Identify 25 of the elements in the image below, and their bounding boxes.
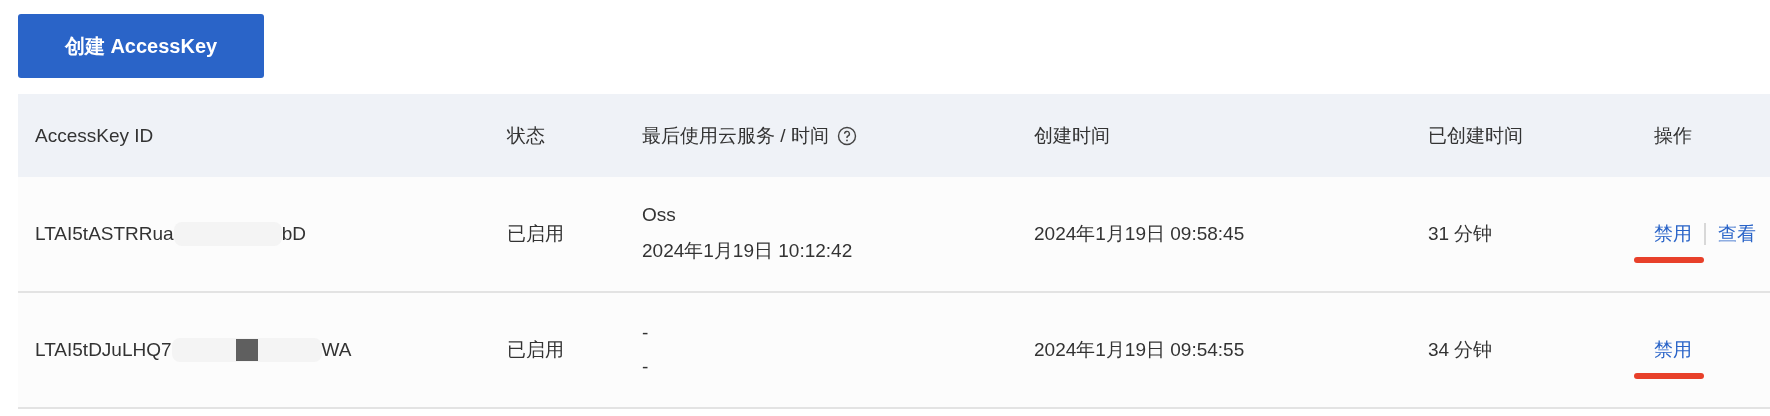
action-link[interactable]: 禁用 (1654, 337, 1692, 363)
created-time: 2024年1月19日 09:54:55 (1034, 338, 1246, 362)
column-header: 最后使用云服务 / 时间 (642, 123, 829, 148)
last-used-time: - (642, 356, 650, 378)
accesskey-id-text: bD (281, 223, 306, 245)
age-text: 34 分钟 (1428, 338, 1494, 362)
column-header: 操作 (1654, 123, 1692, 148)
last-used-time: 2024年1月19日 10:12:42 (642, 239, 854, 263)
help-icon[interactable] (836, 125, 857, 146)
accesskey-id-text: LTAI5tASTRRua (35, 223, 174, 245)
service-text: Oss (642, 204, 677, 226)
status-text: 已启用 (507, 222, 565, 246)
column-header: 创建时间 (1034, 123, 1110, 148)
action-link[interactable]: 查看 (1718, 221, 1756, 247)
created-time: 2024年1月19日 09:58:45 (1034, 222, 1246, 246)
create-accesskey-button[interactable]: 创建 AccessKey (18, 14, 264, 78)
age-text: 31 分钟 (1428, 222, 1494, 246)
status-text: 已启用 (507, 338, 565, 362)
column-header: 状态 (507, 123, 545, 148)
accesskey-id-text: LTAI5tDJuLHQ7 (35, 339, 172, 361)
column-header: 已创建时间 (1428, 123, 1523, 148)
action-link[interactable]: 禁用 (1654, 221, 1692, 247)
accesskey-id-text: WA (321, 339, 352, 361)
service-text: - (642, 322, 650, 344)
column-header: AccessKey ID (35, 124, 154, 147)
